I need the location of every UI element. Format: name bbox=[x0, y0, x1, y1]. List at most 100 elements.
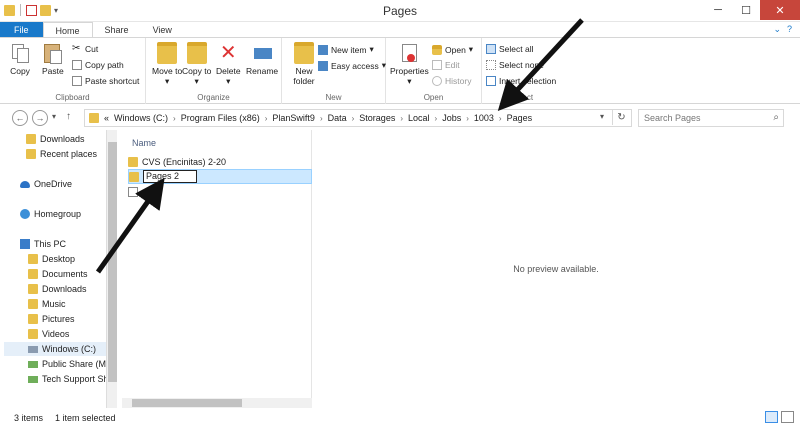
folder-icon bbox=[128, 156, 138, 167]
file-list: Name CVS (Encinitas) 2-20 Pages 2 ta bbox=[122, 130, 312, 408]
chevron-right-icon[interactable]: › bbox=[352, 114, 355, 123]
window-title: Pages bbox=[382, 4, 418, 18]
breadcrumb-item[interactable]: Storages bbox=[359, 113, 395, 123]
breadcrumb-item[interactable]: Windows (C:) bbox=[114, 113, 168, 123]
chevron-right-icon[interactable]: › bbox=[265, 114, 268, 123]
back-button[interactable]: ← bbox=[12, 110, 28, 126]
move-to-button[interactable]: Move to ▾ bbox=[152, 42, 182, 86]
chevron-down-icon: ▾ bbox=[407, 76, 412, 86]
copy-to-icon bbox=[186, 42, 207, 64]
nav-item-this-pc[interactable]: This PC bbox=[20, 237, 66, 251]
copy-button[interactable]: Copy bbox=[10, 42, 30, 76]
large-icons-view-button[interactable] bbox=[781, 411, 794, 423]
breadcrumb-item[interactable]: 1003 bbox=[474, 113, 494, 123]
group-label: Organize bbox=[197, 93, 230, 102]
nav-item-onedrive[interactable]: OneDrive bbox=[20, 177, 72, 191]
search-input[interactable]: Search Pages ⌕ bbox=[638, 109, 784, 127]
music-folder-icon bbox=[28, 299, 38, 309]
new-folder-button[interactable]: New folder bbox=[290, 42, 318, 86]
tab-view[interactable]: View bbox=[141, 22, 184, 38]
close-button[interactable]: ✕ bbox=[760, 0, 800, 20]
breadcrumb-item[interactable]: Program Files (x86) bbox=[181, 113, 260, 123]
nav-item-documents[interactable]: Documents bbox=[28, 267, 88, 281]
item-count: 3 items bbox=[14, 413, 44, 423]
invert-selection-button[interactable]: Invert selection bbox=[486, 76, 556, 86]
nav-item-downloads-pc[interactable]: Downloads bbox=[28, 282, 87, 296]
file-list-scrollbar[interactable] bbox=[122, 398, 312, 408]
nav-item-recent-places[interactable]: Recent places bbox=[26, 147, 97, 161]
address-history-button[interactable]: ▾ bbox=[600, 112, 604, 121]
new-item-button[interactable]: New item ▾ bbox=[318, 44, 374, 55]
nav-item-pictures[interactable]: Pictures bbox=[28, 312, 75, 326]
breadcrumb-item[interactable]: Local bbox=[408, 113, 430, 123]
select-all-button[interactable]: Select all bbox=[486, 44, 534, 54]
chevron-down-icon: ▾ bbox=[194, 76, 199, 86]
ribbon: Copy Paste ✂ Cut Copy path Paste shortcu… bbox=[0, 37, 800, 104]
chevron-right-icon[interactable]: › bbox=[466, 114, 469, 123]
address-bar[interactable]: « Windows (C:) › Program Files (x86) › P… bbox=[84, 109, 632, 127]
breadcrumb-item[interactable]: Jobs bbox=[442, 113, 461, 123]
nav-scrollbar[interactable] bbox=[106, 130, 117, 408]
downloads-folder-icon bbox=[28, 284, 38, 294]
help-icon[interactable]: ? bbox=[787, 24, 792, 35]
nav-item-tech-support-share[interactable]: Tech Support Sha bbox=[28, 372, 114, 386]
minimize-button[interactable]: ─ bbox=[704, 0, 732, 20]
paste-shortcut-button[interactable]: Paste shortcut bbox=[72, 76, 139, 86]
nav-item-music[interactable]: Music bbox=[28, 297, 66, 311]
breadcrumb-item[interactable]: Data bbox=[328, 113, 347, 123]
ribbon-tabs: File Home Share View ⌄ ? bbox=[0, 22, 800, 38]
details-view-button[interactable] bbox=[765, 411, 778, 423]
refresh-button[interactable]: ↻ bbox=[612, 110, 630, 125]
file-row[interactable]: CVS (Encinitas) 2-20 bbox=[128, 154, 312, 169]
videos-folder-icon bbox=[28, 329, 38, 339]
open-button[interactable]: Open ▾ bbox=[432, 44, 473, 55]
group-label: Open bbox=[423, 93, 444, 102]
edit-button[interactable]: Edit bbox=[432, 60, 460, 70]
nav-item-public-share[interactable]: Public Share (M:) bbox=[28, 357, 112, 371]
nav-item-desktop[interactable]: Desktop bbox=[28, 252, 75, 266]
group-label: New bbox=[325, 93, 342, 102]
chevron-right-icon[interactable]: › bbox=[173, 114, 176, 123]
delete-button[interactable]: ✕ Delete ▾ bbox=[216, 42, 241, 86]
nav-item-windows-c[interactable]: Windows (C:) bbox=[4, 342, 106, 356]
up-button[interactable]: ↑ bbox=[66, 111, 71, 122]
copy-path-button[interactable]: Copy path bbox=[72, 60, 124, 70]
nav-item-homegroup[interactable]: Homegroup bbox=[20, 207, 81, 221]
recent-locations-button[interactable]: ▾ bbox=[52, 112, 56, 121]
rename-input[interactable]: Pages 2 bbox=[143, 170, 197, 183]
history-button[interactable]: History bbox=[432, 76, 471, 86]
nav-item-downloads[interactable]: Downloads bbox=[26, 132, 85, 146]
chevron-right-icon[interactable]: › bbox=[435, 114, 438, 123]
file-row-selected[interactable]: Pages 2 bbox=[128, 169, 312, 184]
group-label: Select bbox=[510, 93, 534, 102]
chevron-down-icon: ▾ bbox=[468, 44, 474, 54]
tab-home[interactable]: Home bbox=[42, 22, 93, 38]
properties-button[interactable]: Properties ▾ bbox=[390, 42, 429, 86]
breadcrumb-item[interactable]: Pages bbox=[507, 113, 533, 123]
scrollbar-thumb[interactable] bbox=[108, 142, 117, 382]
invert-selection-icon bbox=[486, 76, 496, 86]
breadcrumb-item[interactable]: PlanSwift9 bbox=[272, 113, 315, 123]
nav-item-videos[interactable]: Videos bbox=[28, 327, 69, 341]
column-header-name[interactable]: Name bbox=[132, 138, 156, 148]
maximize-button[interactable]: ☐ bbox=[732, 0, 760, 20]
copy-icon bbox=[10, 42, 30, 64]
chevron-right-icon[interactable]: › bbox=[320, 114, 323, 123]
copy-to-button[interactable]: Copy to ▾ bbox=[182, 42, 211, 86]
search-icon: ⌕ bbox=[773, 112, 779, 123]
downloads-folder-icon bbox=[26, 134, 36, 144]
file-row[interactable]: ta bbox=[128, 184, 312, 199]
overflow-crumb[interactable]: « bbox=[104, 113, 109, 123]
chevron-right-icon[interactable]: › bbox=[400, 114, 403, 123]
scrollbar-thumb[interactable] bbox=[132, 399, 242, 407]
chevron-down-icon[interactable]: ⌄ bbox=[773, 24, 781, 35]
forward-button[interactable]: → bbox=[32, 110, 48, 126]
paste-button[interactable]: Paste bbox=[42, 42, 64, 76]
cut-button[interactable]: ✂ Cut bbox=[72, 44, 98, 55]
chevron-right-icon[interactable]: › bbox=[499, 114, 502, 123]
easy-access-button[interactable]: Easy access ▾ bbox=[318, 60, 386, 71]
rename-button[interactable]: Rename bbox=[246, 42, 278, 76]
select-none-button[interactable]: Select none bbox=[486, 60, 544, 70]
tab-share[interactable]: Share bbox=[93, 22, 141, 38]
tab-file[interactable]: File bbox=[0, 22, 43, 38]
